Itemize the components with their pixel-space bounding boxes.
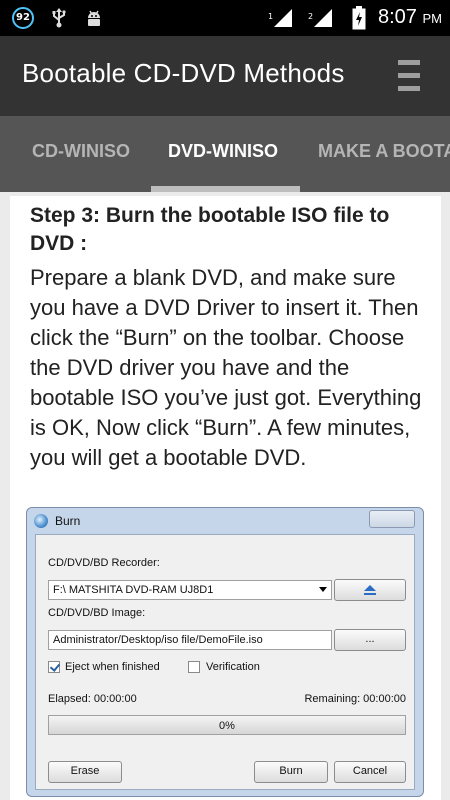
clock-time: 8:07	[378, 6, 417, 28]
burn-button: Burn	[254, 761, 328, 783]
eject-icon	[364, 585, 376, 595]
app-bar: Bootable CD-DVD Methods	[0, 36, 450, 116]
eject-button	[334, 579, 406, 601]
image-path-value: Administrator/Desktop/iso file/DemoFile.…	[53, 634, 263, 646]
step-title: Step 3: Burn the bootable ISO file to DV…	[30, 204, 390, 255]
burn-dialog-screenshot: Burn CD/DVD/BD Recorder: F:\ MATSHITA DV…	[26, 507, 424, 797]
android-debug-icon	[88, 10, 100, 26]
tab-make-a-bootable[interactable]: MAKE A BOOTA	[318, 116, 450, 192]
signal-strength-icon	[314, 9, 332, 27]
tab-cd-winiso[interactable]: CD-WINISO	[32, 116, 130, 192]
recorder-label: CD/DVD/BD Recorder:	[48, 557, 160, 569]
image-path-field: Administrator/Desktop/iso file/DemoFile.…	[48, 630, 332, 650]
content-card: Step 3: Burn the bootable ISO file to DV…	[10, 196, 441, 800]
active-tab-indicator	[151, 186, 300, 192]
browse-button: ...	[334, 629, 406, 651]
recorder-dropdown: F:\ MATSHITA DVD-RAM UJ8D1	[48, 580, 332, 600]
eject-checkbox-label: Eject when finished	[65, 661, 160, 673]
signal-strength-icon	[274, 9, 292, 27]
clock: 8:07 PM	[378, 6, 442, 29]
disc-app-icon	[34, 514, 48, 528]
app-title: Bootable CD-DVD Methods	[22, 58, 345, 88]
hamburger-menu-icon[interactable]	[398, 60, 420, 94]
burn-progress-bar: 0%	[48, 715, 406, 735]
erase-button: Erase	[48, 761, 122, 783]
recorder-value: F:\ MATSHITA DVD-RAM UJ8D1	[53, 584, 214, 596]
notification-count-badge: 92	[12, 7, 34, 29]
dialog-close-button	[369, 510, 415, 528]
dialog-titlebar: Burn	[27, 508, 423, 532]
step-description: Prepare a blank DVD, and make sure you h…	[30, 265, 422, 470]
verification-checkbox	[188, 661, 200, 673]
chevron-down-icon	[319, 587, 327, 592]
cancel-button: Cancel	[334, 761, 406, 783]
battery-charging-icon	[352, 6, 366, 30]
status-bar: 92 1 2 8:07 PM	[0, 0, 450, 36]
tab-dvd-winiso[interactable]: DVD-WINISO	[168, 116, 278, 192]
verification-checkbox-label: Verification	[206, 661, 260, 673]
image-label: CD/DVD/BD Image:	[48, 607, 146, 619]
eject-checkbox	[48, 661, 60, 673]
remaining-time: Remaining: 00:00:00	[304, 693, 406, 705]
dialog-title: Burn	[55, 514, 81, 528]
progress-text: 0%	[219, 720, 235, 732]
tab-bar: CD-WINISO DVD-WINISO MAKE A BOOTA	[0, 116, 450, 192]
usb-icon	[52, 8, 66, 28]
dialog-body: CD/DVD/BD Recorder: F:\ MATSHITA DVD-RAM…	[35, 534, 415, 790]
clock-ampm: PM	[422, 11, 443, 26]
elapsed-time: Elapsed: 00:00:00	[48, 693, 137, 705]
